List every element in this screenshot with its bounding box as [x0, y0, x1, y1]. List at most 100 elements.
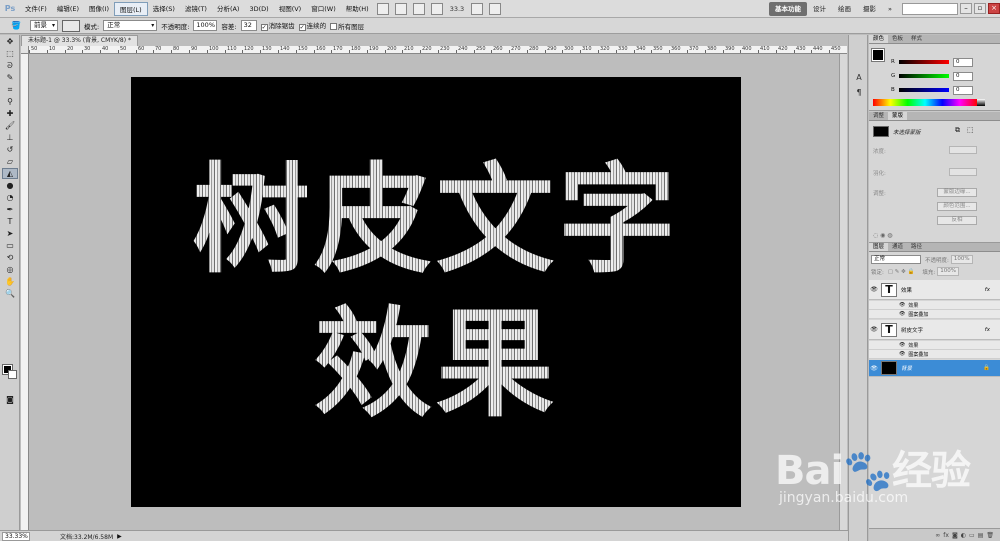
- lock-icons[interactable]: ▢ ✎ ✥ 🔒: [888, 269, 915, 275]
- channel-b-input[interactable]: 0: [953, 85, 973, 95]
- healing-brush-tool-icon[interactable]: ✚: [2, 108, 18, 119]
- menu-analysis[interactable]: 分析(A): [212, 2, 245, 16]
- tab-paths[interactable]: 路径: [907, 243, 926, 251]
- type-tool-icon[interactable]: T: [2, 216, 18, 227]
- menu-filter[interactable]: 滤镜(T): [180, 2, 212, 16]
- tab-styles[interactable]: 样式: [907, 35, 926, 43]
- add-mask-icon[interactable]: ◙: [952, 532, 958, 539]
- blur-tool-icon[interactable]: ●: [2, 180, 18, 191]
- pattern-overlay-row[interactable]: 👁 图案叠加: [869, 310, 1000, 319]
- crop-tool-icon[interactable]: ⌗: [2, 84, 18, 95]
- contiguous-option[interactable]: ✓ 连续的: [298, 20, 326, 31]
- layer-row-effect[interactable]: 👁 T 效果 fx: [869, 280, 1000, 300]
- arrange-documents-icon[interactable]: [471, 2, 484, 15]
- vector-mask-icon[interactable]: ⬚: [967, 126, 974, 134]
- feather-input[interactable]: [949, 168, 977, 176]
- mini-bridge-icon[interactable]: [394, 2, 407, 15]
- antialias-option[interactable]: ✓ 消除锯齿: [260, 20, 295, 31]
- paint-bucket-preset-icon[interactable]: 🪣: [8, 20, 24, 31]
- move-tool-icon[interactable]: ✥: [2, 36, 18, 47]
- add-style-icon[interactable]: fx: [943, 532, 949, 539]
- all-layers-checkbox[interactable]: [330, 22, 338, 30]
- quick-mask-icon[interactable]: ◙: [2, 394, 18, 405]
- shape-tool-icon[interactable]: ▭: [2, 240, 18, 251]
- channel-r-input[interactable]: 0: [953, 57, 973, 67]
- lasso-tool-icon[interactable]: ᘐ: [2, 60, 18, 71]
- density-input[interactable]: [949, 146, 977, 154]
- menu-edit[interactable]: 编辑(E): [52, 2, 84, 16]
- pattern-overlay-eye-icon[interactable]: 👁: [899, 351, 905, 357]
- vertical-ruler[interactable]: [21, 54, 29, 530]
- bridge-icon[interactable]: [376, 2, 389, 15]
- adjustment-layer-icon[interactable]: ◐: [961, 532, 966, 539]
- eraser-tool-icon[interactable]: ▱: [2, 156, 18, 167]
- pixel-mask-icon[interactable]: ⧉: [955, 126, 960, 135]
- fill-source-select[interactable]: 前景: [30, 20, 58, 31]
- character-panel-icon[interactable]: A: [852, 73, 866, 85]
- ruler-origin[interactable]: [21, 46, 29, 54]
- layer-row-background[interactable]: 👁 背景 🔒: [869, 360, 1000, 377]
- dodge-tool-icon[interactable]: ◔: [2, 192, 18, 203]
- clone-stamp-tool-icon[interactable]: ⊥: [2, 132, 18, 143]
- menu-window[interactable]: 窗口(W): [306, 2, 341, 16]
- channel-b-slider[interactable]: [899, 88, 949, 92]
- tab-channels[interactable]: 通道: [888, 243, 907, 251]
- workspace-design[interactable]: 设计: [807, 2, 832, 16]
- menu-select[interactable]: 选择(S): [148, 2, 180, 16]
- mask-footer-icons[interactable]: ◌ ◉ ◍: [873, 232, 893, 239]
- all-layers-option[interactable]: 所有图层: [330, 21, 364, 31]
- background-color-swatch[interactable]: [8, 370, 17, 379]
- marquee-tool-icon[interactable]: ⬚: [2, 48, 18, 59]
- document-tab[interactable]: 未标题-1 @ 33.3% (背景, CMYK/8) *: [21, 35, 138, 46]
- menu-3d[interactable]: 3D(D): [244, 2, 273, 16]
- tab-masks[interactable]: 蒙版: [888, 112, 908, 120]
- effects-eye-icon[interactable]: 👁: [899, 342, 905, 348]
- blend-mode-select[interactable]: 正常: [871, 255, 921, 264]
- status-menu-icon[interactable]: ▶: [117, 533, 122, 540]
- mode-select[interactable]: 正常: [103, 20, 158, 31]
- pattern-overlay-eye-icon[interactable]: 👁: [899, 311, 905, 317]
- mask-edge-button[interactable]: 蒙版边缘...: [937, 188, 977, 197]
- new-group-icon[interactable]: ▭: [969, 532, 975, 539]
- menu-file[interactable]: 文件(F): [20, 2, 52, 16]
- restore-icon[interactable]: ▫: [974, 3, 986, 14]
- channel-g-slider[interactable]: [899, 74, 949, 78]
- 3d-rotate-tool-icon[interactable]: ⟲: [2, 252, 18, 263]
- antialias-checkbox[interactable]: ✓: [260, 24, 268, 31]
- workspace-more[interactable]: »: [882, 2, 898, 16]
- workspace-photography[interactable]: 摄影: [857, 2, 882, 16]
- zoom-level[interactable]: 33.3: [450, 5, 464, 13]
- menu-view[interactable]: 视图(V): [274, 2, 307, 16]
- status-zoom-input[interactable]: 33.33%: [2, 531, 30, 541]
- zoom-tool-icon[interactable]: [430, 2, 443, 15]
- canvas[interactable]: 树皮文字 效果: [131, 77, 741, 507]
- visibility-eye-icon[interactable]: 👁: [869, 365, 879, 372]
- close-icon[interactable]: ×: [988, 3, 1000, 14]
- contiguous-checkbox[interactable]: ✓: [298, 24, 306, 31]
- workspace-essentials[interactable]: 基本功能: [769, 1, 808, 16]
- tab-layers[interactable]: 图层: [869, 243, 889, 251]
- eyedropper-tool-icon[interactable]: ⚲: [2, 96, 18, 107]
- visibility-eye-icon[interactable]: 👁: [869, 286, 879, 293]
- channel-r-slider[interactable]: [899, 60, 949, 64]
- hand-tool-icon[interactable]: [412, 2, 425, 15]
- search-input[interactable]: [902, 2, 958, 15]
- layer-opacity-input[interactable]: 100%: [950, 255, 973, 264]
- fx-icon[interactable]: fx: [985, 327, 990, 333]
- paragraph-panel-icon[interactable]: ¶: [852, 88, 866, 100]
- color-range-button[interactable]: 颜色范围...: [937, 202, 977, 211]
- tolerance-input[interactable]: 32: [240, 20, 257, 31]
- tab-swatches[interactable]: 色板: [888, 35, 907, 43]
- color-spectrum[interactable]: [873, 99, 977, 106]
- new-layer-icon[interactable]: ▤: [978, 532, 984, 539]
- layer-effects-row[interactable]: 👁 效果: [869, 301, 1000, 310]
- hand-tool-icon-left[interactable]: ✋: [2, 276, 18, 287]
- color-spectrum-bw[interactable]: [977, 99, 985, 106]
- link-layers-icon[interactable]: ∞: [935, 532, 940, 539]
- channel-g-input[interactable]: 0: [953, 71, 973, 81]
- quick-select-tool-icon[interactable]: ✎: [2, 72, 18, 83]
- pattern-picker[interactable]: [62, 19, 80, 32]
- brush-tool-icon[interactable]: 🖌: [2, 120, 18, 131]
- pattern-overlay-row[interactable]: 👁 图案叠加: [869, 350, 1000, 359]
- workspace-painting[interactable]: 绘画: [832, 2, 857, 16]
